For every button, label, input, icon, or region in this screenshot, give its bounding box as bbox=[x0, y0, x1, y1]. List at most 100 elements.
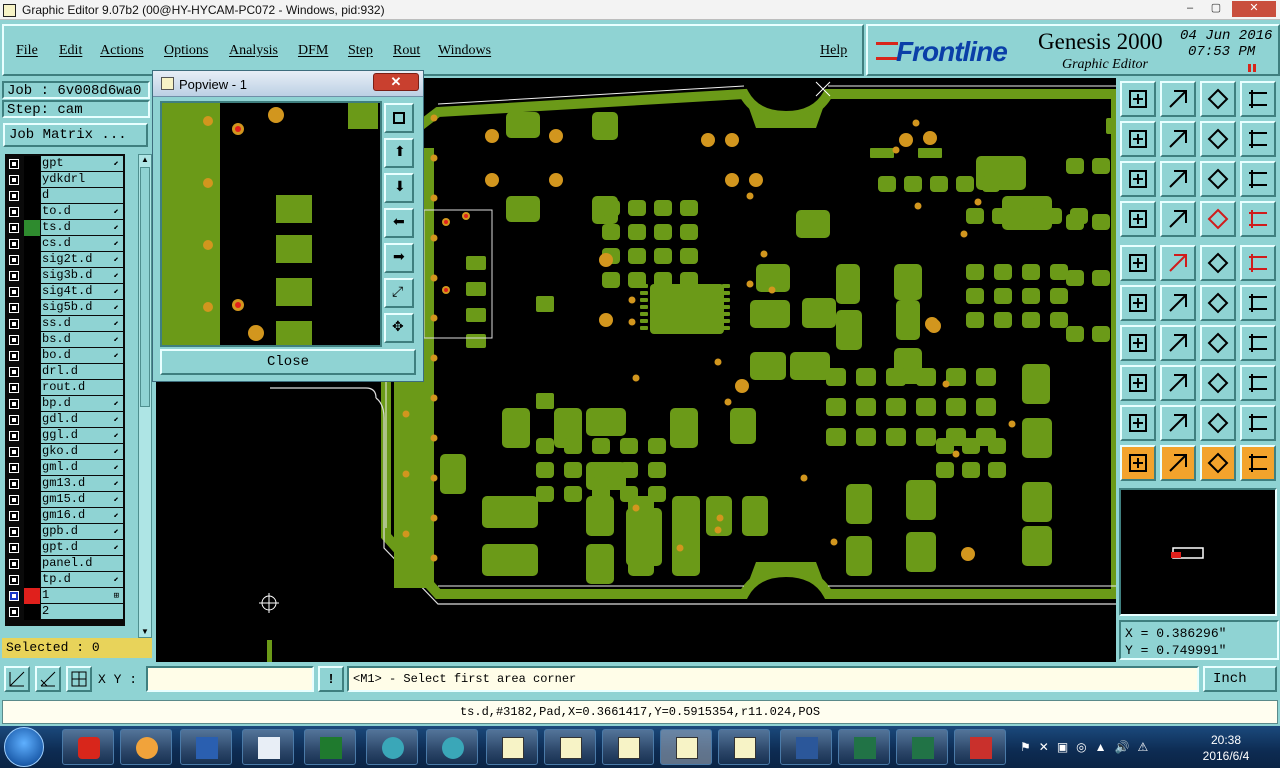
layer-checkbox[interactable] bbox=[9, 463, 19, 473]
layer-name[interactable]: 1 ⊞ bbox=[41, 588, 123, 603]
layer-row[interactable]: gpb.d ⬋ bbox=[5, 524, 125, 540]
layer-row[interactable]: gm16.d ⬋ bbox=[5, 508, 125, 524]
layer-name[interactable]: ggl.d ⬋ bbox=[41, 428, 123, 443]
layer-name[interactable]: sig3b.d ⬋ bbox=[41, 268, 123, 283]
layer-checkbox[interactable] bbox=[9, 399, 19, 409]
taskbar-app-disk[interactable] bbox=[180, 729, 232, 765]
menu-rout[interactable]: Rout bbox=[393, 43, 420, 59]
popview-zoom-view[interactable] bbox=[160, 101, 382, 347]
tool-button[interactable] bbox=[1120, 365, 1156, 401]
taskbar-window-4[interactable] bbox=[660, 729, 712, 765]
layer-row[interactable]: bs.d ⬋ bbox=[5, 332, 125, 348]
tool-button[interactable] bbox=[1240, 325, 1276, 361]
tool-button[interactable] bbox=[1240, 365, 1276, 401]
layer-checkbox[interactable] bbox=[9, 447, 19, 457]
tool-button[interactable] bbox=[1120, 201, 1156, 237]
popview-pan-right-button[interactable]: ➡ bbox=[384, 243, 414, 273]
taskbar-app-notes[interactable] bbox=[242, 729, 294, 765]
layer-row[interactable]: sig5b.d ⬋ bbox=[5, 300, 125, 316]
layer-checkbox[interactable] bbox=[9, 351, 19, 361]
layer-row[interactable]: sig4t.d ⬋ bbox=[5, 284, 125, 300]
menu-options[interactable]: Options bbox=[164, 43, 208, 59]
layer-row[interactable]: 1 ⊞ bbox=[5, 588, 125, 604]
tool-button[interactable] bbox=[1200, 201, 1236, 237]
maximize-button[interactable]: ▢ bbox=[1204, 1, 1228, 17]
tool-button[interactable] bbox=[1120, 445, 1156, 481]
layer-row[interactable]: ggl.d ⬋ bbox=[5, 428, 125, 444]
tool-button[interactable] bbox=[1160, 405, 1196, 441]
layer-color-swatch[interactable] bbox=[24, 492, 40, 508]
layer-row[interactable]: gm13.d ⬋ bbox=[5, 476, 125, 492]
layer-name[interactable]: gdl.d ⬋ bbox=[41, 412, 123, 427]
layer-checkbox[interactable] bbox=[9, 527, 19, 537]
menu-windows[interactable]: Windows bbox=[438, 43, 491, 59]
layer-row[interactable]: gml.d ⬋ bbox=[5, 460, 125, 476]
layer-name[interactable]: drl.d bbox=[41, 364, 123, 379]
layer-row[interactable]: panel.d bbox=[5, 556, 125, 572]
popview-titlebar[interactable]: Popview - 1 ✕ bbox=[153, 71, 423, 97]
layer-color-swatch[interactable] bbox=[24, 444, 40, 460]
layer-color-swatch[interactable] bbox=[24, 300, 40, 316]
layer-color-swatch[interactable] bbox=[24, 252, 40, 268]
layer-color-swatch[interactable] bbox=[24, 348, 40, 364]
layer-color-swatch[interactable] bbox=[24, 188, 40, 204]
layer-name[interactable]: gpt.d ⬋ bbox=[41, 540, 123, 555]
layer-color-swatch[interactable] bbox=[24, 460, 40, 476]
tool-button[interactable] bbox=[1200, 405, 1236, 441]
unit-select[interactable]: Inch bbox=[1203, 666, 1277, 692]
layer-checkbox[interactable] bbox=[9, 607, 19, 617]
system-tray-icons[interactable]: ⚑✕▣◎▲🔊⚠ bbox=[1020, 740, 1180, 756]
layer-scrollbar[interactable]: ▲ ▼ bbox=[138, 154, 152, 638]
layer-row[interactable]: gdl.d ⬋ bbox=[5, 412, 125, 428]
xy-input[interactable] bbox=[146, 666, 314, 692]
layer-checkbox[interactable] bbox=[9, 335, 19, 345]
layer-name[interactable]: gpb.d ⬋ bbox=[41, 524, 123, 539]
layer-name[interactable]: sig2t.d ⬋ bbox=[41, 252, 123, 267]
layer-color-swatch[interactable] bbox=[24, 156, 40, 172]
layer-name[interactable]: 2 bbox=[41, 604, 123, 619]
layer-row[interactable]: bo.d ⬋ bbox=[5, 348, 125, 364]
menu-file[interactable]: File bbox=[16, 43, 38, 59]
popview-zoom-in-button[interactable]: ⤢ bbox=[384, 278, 414, 308]
menu-help[interactable]: Help bbox=[820, 43, 847, 59]
tool-button[interactable] bbox=[1120, 405, 1156, 441]
tool-button[interactable] bbox=[1240, 405, 1276, 441]
taskbar-app-shell[interactable] bbox=[120, 729, 172, 765]
layer-row[interactable]: ss.d ⬋ bbox=[5, 316, 125, 332]
tool-button[interactable] bbox=[1120, 121, 1156, 157]
layer-row[interactable]: drl.d bbox=[5, 364, 125, 380]
layer-name[interactable]: sig4t.d ⬋ bbox=[41, 284, 123, 299]
tool-button[interactable] bbox=[1240, 121, 1276, 157]
layer-name[interactable]: ts.d ⬋ bbox=[41, 220, 123, 235]
taskbar-app-genesis2[interactable] bbox=[426, 729, 478, 765]
snap-button[interactable] bbox=[4, 666, 30, 692]
popview-close-button[interactable]: Close bbox=[160, 349, 416, 375]
layer-row[interactable]: gko.d ⬋ bbox=[5, 444, 125, 460]
tool-button[interactable] bbox=[1200, 285, 1236, 321]
taskbar-app-red[interactable] bbox=[62, 729, 114, 765]
layer-row[interactable]: ts.d ⬋ bbox=[5, 220, 125, 236]
layer-row[interactable]: cs.d ⬋ bbox=[5, 236, 125, 252]
layer-name[interactable]: bp.d ⬋ bbox=[41, 396, 123, 411]
layer-name[interactable]: gm15.d ⬋ bbox=[41, 492, 123, 507]
tool-button[interactable] bbox=[1200, 445, 1236, 481]
taskbar-app-word[interactable] bbox=[780, 729, 832, 765]
layer-color-swatch[interactable] bbox=[24, 476, 40, 492]
layer-checkbox[interactable] bbox=[9, 431, 19, 441]
layer-checkbox[interactable] bbox=[9, 575, 19, 585]
layer-row[interactable]: d bbox=[5, 188, 125, 204]
layer-name[interactable]: ss.d ⬋ bbox=[41, 316, 123, 331]
layer-color-swatch[interactable] bbox=[24, 396, 40, 412]
layer-row[interactable]: bp.d ⬋ bbox=[5, 396, 125, 412]
layer-color-swatch[interactable] bbox=[24, 236, 40, 252]
layer-name[interactable]: bs.d ⬋ bbox=[41, 332, 123, 347]
taskbar-app-genesis1[interactable] bbox=[366, 729, 418, 765]
layer-color-swatch[interactable] bbox=[24, 380, 40, 396]
layer-color-swatch[interactable] bbox=[24, 428, 40, 444]
layer-color-swatch[interactable] bbox=[24, 508, 40, 524]
tool-button[interactable] bbox=[1120, 81, 1156, 117]
layer-row[interactable]: to.d ⬋ bbox=[5, 204, 125, 220]
layer-name[interactable]: gml.d ⬋ bbox=[41, 460, 123, 475]
layer-checkbox[interactable] bbox=[9, 207, 19, 217]
taskbar-app-green[interactable] bbox=[304, 729, 356, 765]
